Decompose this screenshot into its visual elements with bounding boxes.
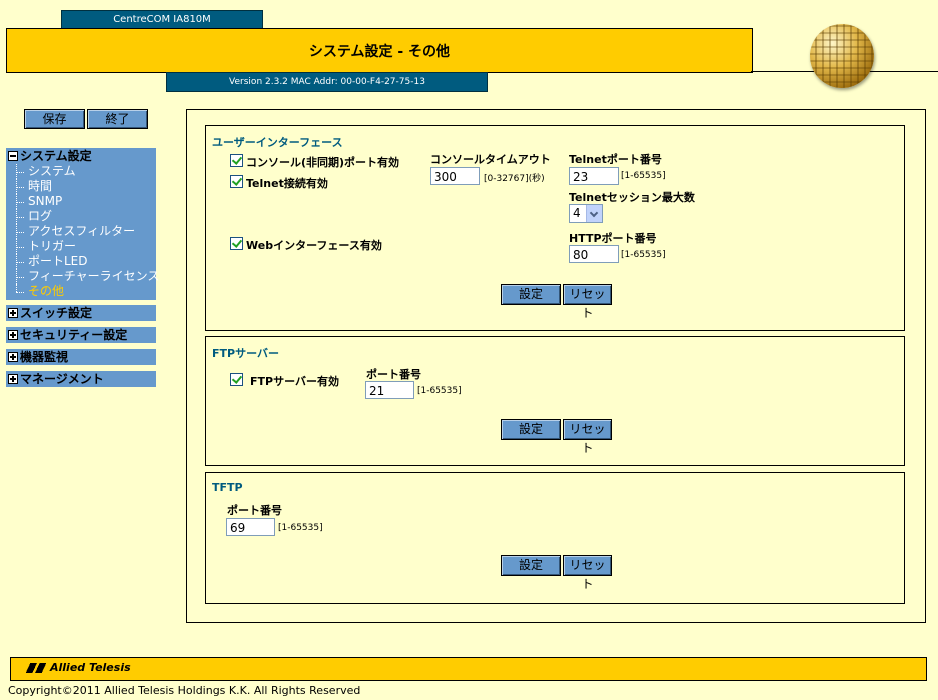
ftp-port-label: ポート番号 bbox=[366, 368, 421, 381]
nav-system-header[interactable]: システム設定 bbox=[6, 148, 156, 164]
console-timeout-range: [0-32767](秒) bbox=[484, 174, 545, 184]
nav-item-system[interactable]: システム bbox=[6, 164, 156, 179]
ftp-set-button[interactable]: 設定 bbox=[501, 419, 561, 440]
user-interface-panel: ユーザーインターフェース コンソール(非同期)ポート有効 Telnet接続有効 … bbox=[205, 125, 905, 331]
nav-section-label: マネージメント bbox=[20, 372, 104, 386]
tftp-reset-button[interactable]: リセット bbox=[563, 555, 612, 591]
ftp-port-input[interactable]: 21 bbox=[365, 381, 414, 399]
ftp-server-panel: FTPサーバー FTPサーバー有効 ポート番号 21 [1-65535] 設定 … bbox=[205, 336, 905, 466]
nav-item-log[interactable]: ログ bbox=[6, 209, 156, 224]
page-title: システム設定 - その他 bbox=[6, 28, 753, 73]
exit-button[interactable]: 終了 bbox=[87, 109, 148, 129]
tftp-port-input[interactable]: 69 bbox=[226, 518, 275, 536]
nav-item-trigger[interactable]: トリガー bbox=[6, 239, 156, 254]
chevron-down-icon[interactable] bbox=[586, 205, 602, 222]
ftp-enable-label: FTPサーバー有効 bbox=[250, 375, 339, 388]
nav-security-settings[interactable]: セキュリティー設定 bbox=[6, 327, 156, 343]
logo-mark-icon bbox=[25, 662, 47, 673]
http-port-label: HTTPポート番号 bbox=[569, 232, 657, 245]
web-enable-checkbox[interactable] bbox=[230, 237, 243, 250]
tftp-title: TFTP bbox=[212, 481, 243, 494]
telnet-sessions-select[interactable]: 4 bbox=[569, 204, 603, 223]
nav-item-feature-license[interactable]: フィーチャーライセンス bbox=[6, 269, 159, 284]
telnet-port-range: [1-65535] bbox=[621, 171, 666, 181]
collapse-icon[interactable] bbox=[8, 151, 18, 161]
console-timeout-label: コンソールタイムアウト bbox=[430, 153, 551, 166]
console-enable-checkbox[interactable] bbox=[230, 154, 243, 167]
nav-management[interactable]: マネージメント bbox=[6, 371, 156, 387]
nav-item-port-led[interactable]: ポートLED bbox=[6, 254, 156, 269]
web-enable-label: Webインターフェース有効 bbox=[246, 239, 382, 252]
nav-section-label: セキュリティー設定 bbox=[20, 328, 128, 342]
nav-item-other[interactable]: その他 bbox=[6, 284, 156, 299]
version-info: Version 2.3.2 MAC Addr: 00-00-F4-27-75-1… bbox=[166, 72, 488, 92]
footer-bar: Allied Telesis bbox=[10, 657, 927, 681]
nav-section-label: スイッチ設定 bbox=[20, 306, 93, 320]
allied-telesis-logo: Allied Telesis bbox=[25, 661, 131, 674]
telnet-sessions-value: 4 bbox=[573, 206, 581, 220]
telnet-port-label: Telnetポート番号 bbox=[569, 153, 662, 166]
nav-device-monitoring[interactable]: 機器監視 bbox=[6, 349, 156, 365]
ftp-enable-checkbox[interactable] bbox=[230, 373, 243, 386]
telnet-port-input[interactable]: 23 bbox=[569, 167, 619, 185]
nav-system-settings: システム設定 システム 時間 SNMP ログ アクセスフィルター トリガー ポー… bbox=[6, 148, 159, 300]
expand-icon[interactable] bbox=[8, 330, 18, 340]
http-port-range: [1-65535] bbox=[621, 250, 666, 260]
logo-text: Allied Telesis bbox=[50, 661, 131, 674]
telnet-enable-label: Telnet接続有効 bbox=[246, 177, 328, 190]
tftp-port-range: [1-65535] bbox=[278, 523, 323, 533]
nav-item-access-filter[interactable]: アクセスフィルター bbox=[6, 224, 156, 239]
nav-item-time[interactable]: 時間 bbox=[6, 179, 156, 194]
ftp-server-title: FTPサーバー bbox=[212, 347, 279, 360]
nav-switch-settings[interactable]: スイッチ設定 bbox=[6, 305, 156, 321]
model-name-tab: CentreCOM IA810M bbox=[61, 10, 263, 30]
save-button[interactable]: 保存 bbox=[24, 109, 85, 129]
copyright-text: Copyright©2011 Allied Telesis Holdings K… bbox=[8, 684, 361, 697]
nav-item-snmp[interactable]: SNMP bbox=[6, 194, 156, 209]
expand-icon[interactable] bbox=[8, 352, 18, 362]
ftp-reset-button[interactable]: リセット bbox=[563, 419, 612, 455]
telnet-sessions-label: Telnetセッション最大数 bbox=[569, 191, 695, 204]
telnet-enable-checkbox[interactable] bbox=[230, 175, 243, 188]
globe-logo-icon bbox=[810, 24, 874, 88]
expand-icon[interactable] bbox=[8, 374, 18, 384]
ftp-port-range: [1-65535] bbox=[417, 386, 462, 396]
expand-icon[interactable] bbox=[8, 308, 18, 318]
tftp-set-button[interactable]: 設定 bbox=[501, 555, 561, 576]
console-enable-label: コンソール(非同期)ポート有効 bbox=[246, 156, 400, 169]
content-area: ユーザーインターフェース コンソール(非同期)ポート有効 Telnet接続有効 … bbox=[186, 109, 926, 623]
tftp-port-label: ポート番号 bbox=[227, 504, 282, 517]
nav-section-label: 機器監視 bbox=[20, 350, 69, 364]
tftp-panel: TFTP ポート番号 69 [1-65535] 設定 リセット bbox=[205, 472, 905, 604]
ui-reset-button[interactable]: リセット bbox=[563, 284, 612, 320]
nav-system-title: システム設定 bbox=[20, 149, 92, 163]
user-interface-title: ユーザーインターフェース bbox=[212, 136, 343, 149]
console-timeout-input[interactable]: 300 bbox=[430, 167, 480, 185]
ui-set-button[interactable]: 設定 bbox=[501, 284, 561, 305]
http-port-input[interactable]: 80 bbox=[569, 245, 619, 263]
